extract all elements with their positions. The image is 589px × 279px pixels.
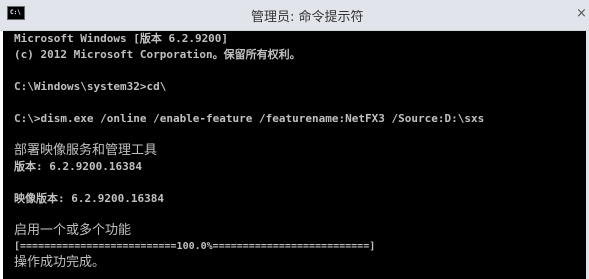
console-line-dism-command: C:\>dism.exe /online /enable-feature /fe… bbox=[14, 112, 485, 125]
console-line-copyright: (c) 2012 Microsoft Corporation。保留所有权利。 bbox=[14, 48, 301, 61]
console-line-cd-command: C:\Windows\system32>cd\ bbox=[14, 80, 167, 93]
console-line-enable-feature: 启用一个或多个功能 bbox=[14, 223, 132, 238]
window-title: 管理员: 命令提示符 bbox=[251, 10, 364, 25]
title-bar[interactable]: C:\ 管理员: 命令提示符 × bbox=[0, 0, 589, 31]
console-line-tool-version: 版本: 6.2.9200.16384 bbox=[14, 160, 142, 173]
console-line-tool-name: 部署映像服务和管理工具 bbox=[14, 143, 158, 158]
command-prompt-window: C:\ 管理员: 命令提示符 × Microsoft Windows [版本 6… bbox=[0, 0, 589, 279]
console-line-progress: [==========================100.0%=======… bbox=[14, 241, 376, 252]
app-icon-label: C:\ bbox=[10, 9, 21, 16]
console-line-image-version: 映像版本: 6.2.9200.16384 bbox=[14, 192, 164, 205]
console-line-success: 操作成功完成。 bbox=[14, 255, 106, 270]
command-prompt-icon[interactable]: C:\ bbox=[7, 6, 25, 20]
console-line-version: Microsoft Windows [版本 6.2.9200] bbox=[14, 32, 229, 45]
console-output[interactable]: Microsoft Windows [版本 6.2.9200] (c) 2012… bbox=[3, 31, 586, 279]
close-icon[interactable]: × bbox=[576, 4, 589, 24]
